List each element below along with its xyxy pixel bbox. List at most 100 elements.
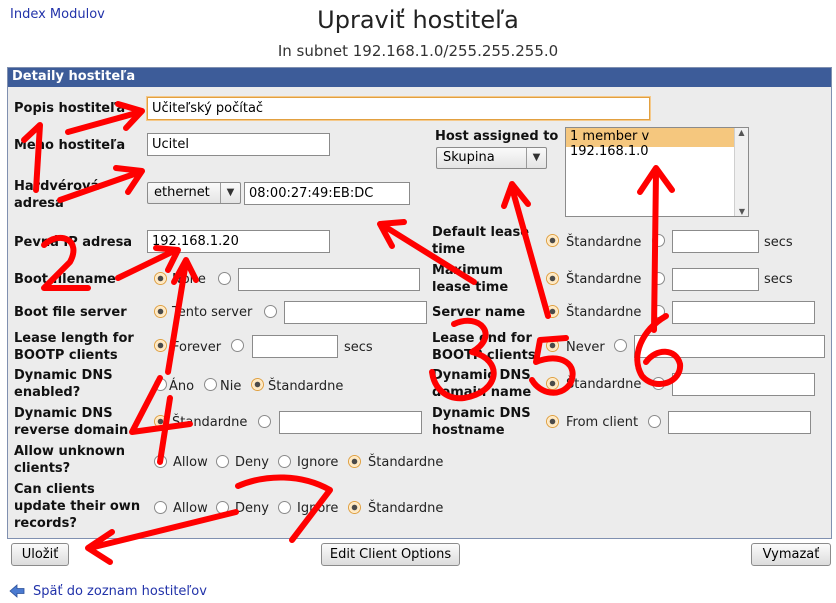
default-lease-custom-radio[interactable] xyxy=(652,234,665,247)
allow-unknown-deny-label: Deny xyxy=(235,455,269,470)
bootp-lease-end-input[interactable] xyxy=(634,335,825,358)
allow-unknown-ignore-label: Ignore xyxy=(297,455,339,470)
ddns-enabled-no-label: Nie xyxy=(220,379,242,394)
boot-filename-input[interactable] xyxy=(238,268,420,291)
ddns-domain-label: Dynamic DNS domain name xyxy=(432,368,532,400)
default-lease-input[interactable] xyxy=(672,230,759,253)
description-input[interactable]: Učiteľský počítač xyxy=(147,97,650,120)
allow-unknown-ignore-radio[interactable] xyxy=(278,455,291,468)
hardware-label: Hardvérová adresa xyxy=(14,179,100,211)
bootp-lease-input[interactable] xyxy=(252,335,338,358)
max-lease-unit: secs xyxy=(764,272,793,287)
allow-unknown-label: Allow unknown clients? xyxy=(14,444,126,476)
description-label: Popis hostiteľa xyxy=(14,101,126,116)
scroll-down-icon[interactable]: ▼ xyxy=(735,207,749,216)
panel-header: Detaily hostiteľa xyxy=(8,68,831,87)
server-name-label: Server name xyxy=(432,305,526,320)
ddns-domain-custom-radio[interactable] xyxy=(652,377,665,390)
boot-server-this-radio[interactable] xyxy=(154,305,167,318)
hostname-input[interactable]: Ucitel xyxy=(147,133,330,156)
bootp-lease-end-never-label: Never xyxy=(566,340,605,355)
clients-update-label: Can clients update their own records? xyxy=(14,482,141,531)
ddns-hostname-client-label: From client xyxy=(566,415,639,430)
server-name-default-radio[interactable] xyxy=(546,305,559,318)
default-lease-unit: secs xyxy=(764,235,793,250)
bootp-lease-end-label: Lease end for BOOTP clients xyxy=(432,331,536,363)
ddns-enabled-label: Dynamic DNS enabled? xyxy=(14,368,113,400)
delete-button[interactable]: Vymazať xyxy=(751,543,831,566)
chevron-down-icon: ▼ xyxy=(220,183,240,203)
hardware-address-input[interactable]: 08:00:27:49:EB:DC xyxy=(244,182,410,205)
allow-unknown-allow-label: Allow xyxy=(173,455,208,470)
boot-filename-none-radio[interactable] xyxy=(154,272,167,285)
ddns-domain-default-label: Štandardne xyxy=(566,377,642,392)
allow-unknown-default-label: Štandardne xyxy=(368,455,444,470)
clients-update-allow-label: Allow xyxy=(173,501,208,516)
host-assigned-list-item[interactable]: 1 member v 192.168.1.0 xyxy=(566,128,734,159)
back-to-hosts-link[interactable]: Späť do zoznam hostiteľov xyxy=(33,584,207,599)
boot-server-input[interactable] xyxy=(284,301,427,324)
ddns-hostname-label: Dynamic DNS hostname xyxy=(432,406,531,438)
chevron-down-icon: ▼ xyxy=(526,148,546,168)
boot-filename-none-label: None xyxy=(172,272,206,287)
max-lease-default-radio[interactable] xyxy=(546,272,559,285)
ddns-enabled-no-radio[interactable] xyxy=(204,378,217,391)
page-subtitle: In subnet 192.168.1.0/255.255.255.0 xyxy=(277,42,559,60)
clients-update-ignore-radio[interactable] xyxy=(278,501,291,514)
ddns-reverse-default-label: Štandardne xyxy=(172,415,248,430)
scroll-up-icon[interactable]: ▲ xyxy=(735,128,748,137)
bootp-lease-end-custom-radio[interactable] xyxy=(614,339,627,352)
host-assigned-select[interactable]: Skupina ▼ xyxy=(436,147,547,169)
ddns-hostname-custom-radio[interactable] xyxy=(648,415,661,428)
ddns-hostname-input[interactable] xyxy=(668,411,811,434)
clients-update-ignore-label: Ignore xyxy=(297,501,339,516)
boot-filename-custom-radio[interactable] xyxy=(218,272,231,285)
page-title: Upraviť hostiteľa xyxy=(317,6,519,34)
boot-filename-label: Boot filename xyxy=(14,272,116,287)
bootp-lease-custom-radio[interactable] xyxy=(231,339,244,352)
clients-update-deny-radio[interactable] xyxy=(216,501,229,514)
host-assigned-label: Host assigned to xyxy=(435,129,559,144)
ddns-reverse-input[interactable] xyxy=(279,411,422,434)
clients-update-default-label: Štandardne xyxy=(368,501,444,516)
ddns-reverse-custom-radio[interactable] xyxy=(258,415,271,428)
edit-client-options-button[interactable]: Edit Client Options xyxy=(321,543,460,566)
ddns-domain-input[interactable] xyxy=(672,373,815,396)
max-lease-custom-radio[interactable] xyxy=(652,272,665,285)
allow-unknown-default-radio[interactable] xyxy=(348,455,361,468)
save-button[interactable]: Uložiť xyxy=(11,543,69,566)
boot-file-server-label: Boot file server xyxy=(14,305,127,320)
max-lease-default-label: Štandardne xyxy=(566,272,642,287)
default-lease-default-radio[interactable] xyxy=(546,234,559,247)
ddns-reverse-default-radio[interactable] xyxy=(154,415,167,428)
ddns-reverse-label: Dynamic DNS reverse domain xyxy=(14,406,129,438)
bootp-lease-forever-label: Forever xyxy=(172,340,222,355)
server-name-default-label: Štandardne xyxy=(566,305,642,320)
ddns-enabled-yes-label: Áno xyxy=(169,379,195,394)
hostname-label: Meno hostiteľa xyxy=(14,138,126,153)
ddns-enabled-default-radio[interactable] xyxy=(251,378,264,391)
default-lease-default-label: Štandardne xyxy=(566,235,642,250)
max-lease-label: Maximum lease time xyxy=(432,263,509,295)
host-assigned-scrollbar[interactable]: ▲ ▼ xyxy=(734,128,748,216)
bootp-lease-end-never-radio[interactable] xyxy=(546,339,559,352)
hardware-type-select[interactable]: ethernet ▼ xyxy=(147,182,241,204)
ddns-enabled-default-label: Štandardne xyxy=(268,379,344,394)
back-arrow-icon[interactable] xyxy=(9,584,25,598)
clients-update-allow-radio[interactable] xyxy=(154,501,167,514)
max-lease-input[interactable] xyxy=(672,268,759,291)
server-name-custom-radio[interactable] xyxy=(652,305,665,318)
bootp-lease-forever-radio[interactable] xyxy=(154,339,167,352)
bootp-lease-unit: secs xyxy=(344,340,373,355)
ddns-hostname-client-radio[interactable] xyxy=(546,415,559,428)
ddns-domain-default-radio[interactable] xyxy=(546,377,559,390)
clients-update-default-radio[interactable] xyxy=(348,501,361,514)
fixed-ip-label: Pevná IP adresa xyxy=(14,235,133,250)
allow-unknown-allow-radio[interactable] xyxy=(154,455,167,468)
allow-unknown-deny-radio[interactable] xyxy=(216,455,229,468)
clients-update-deny-label: Deny xyxy=(235,501,269,516)
boot-server-custom-radio[interactable] xyxy=(264,305,277,318)
fixed-ip-input[interactable]: 192.168.1.20 xyxy=(147,230,330,253)
server-name-input[interactable] xyxy=(672,301,815,324)
ddns-enabled-yes-radio[interactable] xyxy=(154,378,167,391)
